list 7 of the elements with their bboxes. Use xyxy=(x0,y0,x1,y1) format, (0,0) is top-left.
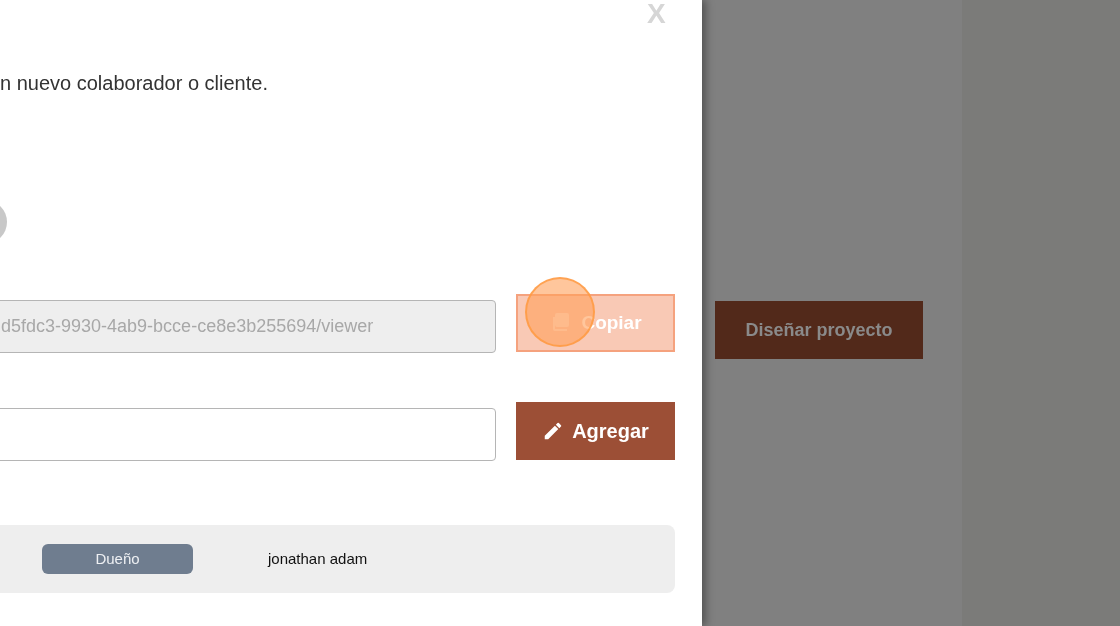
description-text: n nuevo colaborador o cliente. xyxy=(0,71,268,96)
add-button[interactable]: Agregar xyxy=(516,402,675,460)
role-badge: Dueño xyxy=(42,544,193,574)
design-project-button[interactable]: Diseñar proyecto xyxy=(715,301,923,359)
member-name: jonathan adam xyxy=(268,548,368,569)
invite-field[interactable] xyxy=(0,408,496,461)
link-field[interactable]: d5fdc3-9930-4ab9-bcce-ce8e3b255694/viewer xyxy=(0,300,496,353)
